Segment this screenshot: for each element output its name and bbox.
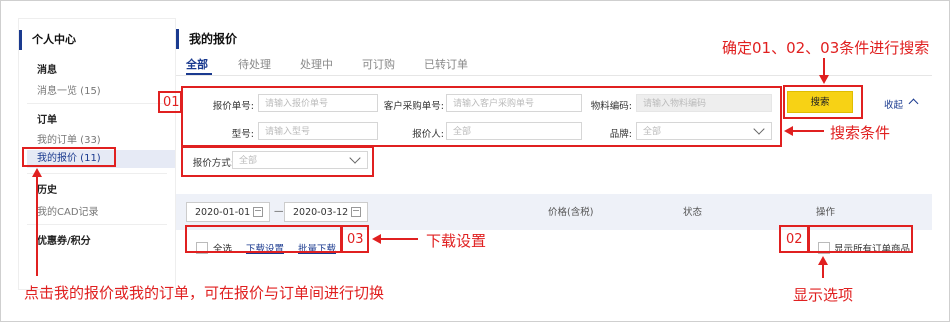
calendar-icon[interactable]	[351, 207, 361, 217]
tab-converted[interactable]: 已转订单	[424, 56, 468, 72]
column-price: 价格(含税)	[548, 207, 594, 218]
annotation-arrow-search-conditions	[792, 130, 824, 132]
annotation-arrow-down	[823, 58, 825, 76]
annotation-box-sidebar	[22, 147, 116, 167]
annotation-box-02-label: 02	[779, 225, 809, 253]
sidebar-item-message-list[interactable]: 消息一览 (15)	[37, 82, 101, 97]
annotation-arrow-display	[822, 264, 824, 278]
sidebar-heading-coupons: 优惠券/积分	[37, 236, 91, 247]
sidebar-item-my-orders[interactable]: 我的订单 (33)	[37, 131, 101, 146]
annotation-box-display-option	[808, 225, 913, 253]
sidebar-heading-orders: 订单	[37, 115, 57, 126]
annotation-arrow-sidebar	[36, 176, 38, 276]
column-actions: 操作	[816, 207, 836, 218]
sidebar-heading-history: 历史	[37, 185, 57, 196]
annotation-box-03-label: 03	[341, 225, 369, 253]
date-to-input[interactable]: 2020-03-12	[284, 202, 368, 222]
annotation-top-note: 确定01、02、03条件进行搜索	[722, 39, 930, 57]
annotation-number-03: 03	[347, 232, 364, 247]
annotation-arrow-download	[380, 238, 418, 240]
annotation-box-toolbar	[185, 225, 342, 253]
date-range-separator: —	[274, 206, 284, 217]
annotation-display-options: 显示选项	[793, 286, 854, 304]
tab-pending[interactable]: 待处理	[238, 56, 271, 72]
date-from-input[interactable]: 2020-01-01	[186, 202, 270, 222]
sidebar-divider	[27, 103, 167, 104]
annotation-box-filters	[181, 86, 782, 147]
page-title: 我的报价	[176, 29, 237, 49]
sidebar-divider	[27, 224, 167, 225]
date-from-value: 2020-01-01	[195, 207, 251, 218]
sidebar-item-cad-history[interactable]: 我的CAD记录	[37, 203, 99, 218]
tab-processing[interactable]: 处理中	[300, 56, 333, 72]
annotation-bottom-note: 点击我的报价或我的订单，可在报价与订单间进行切换	[24, 284, 385, 302]
sidebar-heading-messages: 消息	[37, 65, 57, 76]
annotation-download-settings: 下载设置	[426, 232, 487, 250]
annotation-number-01: 01	[163, 95, 180, 110]
tab-orderable[interactable]: 可订购	[362, 56, 395, 72]
collapse-toggle[interactable]: 收起	[884, 97, 903, 111]
date-to-value: 2020-03-12	[293, 207, 349, 218]
chevron-up-icon[interactable]	[908, 98, 919, 109]
annotation-box-quote-method	[181, 146, 374, 177]
annotation-search-conditions: 搜索条件	[830, 124, 891, 142]
annotation-box-01-label: 01	[158, 91, 182, 113]
column-status: 状态	[683, 207, 703, 218]
annotation-number-02: 02	[786, 232, 803, 247]
arrow-down-icon	[819, 75, 829, 84]
calendar-icon[interactable]	[253, 207, 263, 217]
annotation-box-search	[783, 85, 863, 119]
sidebar-title: 个人中心	[19, 30, 76, 50]
tab-all[interactable]: 全部	[186, 56, 208, 72]
sidebar-divider	[27, 173, 167, 174]
